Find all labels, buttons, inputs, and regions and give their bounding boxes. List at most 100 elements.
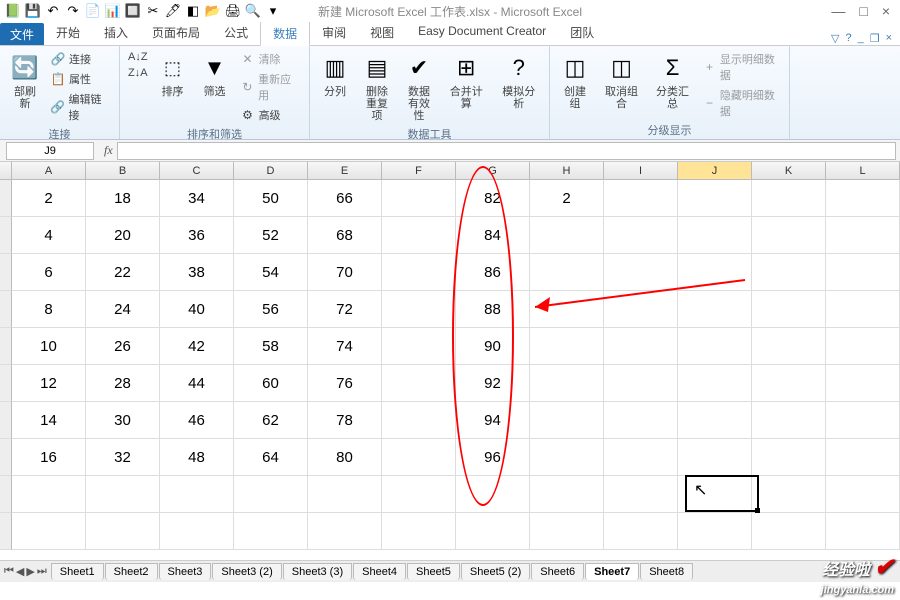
cell[interactable] [382, 180, 456, 217]
qat-icon-5[interactable]: 🖊 [164, 2, 182, 20]
col-header-E[interactable]: E [308, 162, 382, 179]
tab-团队[interactable]: 团队 [558, 21, 606, 45]
advanced-filter-button[interactable]: ⚙高级 [238, 106, 303, 124]
col-header-A[interactable]: A [12, 162, 86, 179]
ribbon-minimize-icon[interactable]: ▽ [831, 32, 839, 45]
consolidate-button[interactable]: ⊞合并计算 [442, 50, 491, 112]
group-button[interactable]: ◫创建组 [556, 50, 594, 112]
clear-filter-button[interactable]: ✕清除 [238, 50, 303, 68]
cell[interactable] [678, 365, 752, 402]
cell[interactable]: 56 [234, 291, 308, 328]
refresh-all-button[interactable]: 🔄 部刷新 [6, 50, 44, 112]
cell[interactable] [382, 439, 456, 476]
select-all-corner[interactable] [0, 162, 12, 179]
qat-icon-8[interactable]: 🖨 [224, 2, 242, 20]
file-tab[interactable]: 文件 [0, 23, 44, 45]
sheet-tab-Sheet1[interactable]: Sheet1 [51, 563, 104, 580]
cell[interactable] [382, 402, 456, 439]
row-header[interactable] [0, 180, 12, 217]
cell[interactable]: 46 [160, 402, 234, 439]
cell[interactable]: 26 [86, 328, 160, 365]
cell[interactable] [160, 476, 234, 513]
cell[interactable]: 44 [160, 365, 234, 402]
ungroup-button[interactable]: ◫取消组合 [598, 50, 645, 112]
cell[interactable] [530, 402, 604, 439]
cell[interactable] [678, 217, 752, 254]
tab-nav-next-icon[interactable]: ▶ [26, 565, 34, 578]
cell[interactable]: 16 [12, 439, 86, 476]
tab-视图[interactable]: 视图 [358, 21, 406, 45]
cell[interactable] [382, 513, 456, 550]
col-header-G[interactable]: G [456, 162, 530, 179]
data-validation-button[interactable]: ✔数据 有效性 [400, 50, 438, 124]
cell[interactable]: 32 [86, 439, 160, 476]
sheet-tab-Sheet5[interactable]: Sheet5 [407, 563, 460, 580]
cell[interactable] [86, 513, 160, 550]
sheet-tab-Sheet6[interactable]: Sheet6 [531, 563, 584, 580]
cell[interactable] [826, 291, 900, 328]
save-icon[interactable]: 💾 [24, 2, 42, 20]
cell[interactable] [826, 365, 900, 402]
cell[interactable] [678, 291, 752, 328]
cell[interactable] [382, 254, 456, 291]
cell[interactable] [752, 476, 826, 513]
col-header-K[interactable]: K [752, 162, 826, 179]
tab-开始[interactable]: 开始 [44, 21, 92, 45]
cell[interactable] [382, 291, 456, 328]
cell[interactable]: 70 [308, 254, 382, 291]
col-header-D[interactable]: D [234, 162, 308, 179]
cell[interactable] [530, 513, 604, 550]
cell[interactable] [752, 513, 826, 550]
cell[interactable]: 66 [308, 180, 382, 217]
tab-公式[interactable]: 公式 [212, 21, 260, 45]
cell[interactable] [382, 365, 456, 402]
cell[interactable] [604, 439, 678, 476]
cell[interactable]: 60 [234, 365, 308, 402]
cell[interactable] [752, 365, 826, 402]
row-header[interactable] [0, 365, 12, 402]
sort-button[interactable]: ⬚ 排序 [154, 50, 192, 100]
cell[interactable]: 90 [456, 328, 530, 365]
name-box[interactable] [6, 142, 94, 160]
row-header[interactable] [0, 402, 12, 439]
qat-icon-7[interactable]: 📂 [204, 2, 222, 20]
subtotal-button[interactable]: Σ分类汇总 [649, 50, 696, 112]
cell[interactable] [160, 513, 234, 550]
cell[interactable]: 72 [308, 291, 382, 328]
cell[interactable]: 2 [530, 180, 604, 217]
cell[interactable]: 8 [12, 291, 86, 328]
properties-button[interactable]: 📋属性 [48, 70, 113, 88]
cell[interactable] [826, 402, 900, 439]
workbook-min-icon[interactable]: _ [858, 32, 864, 45]
cell[interactable]: 50 [234, 180, 308, 217]
cell[interactable] [604, 291, 678, 328]
row-header[interactable] [0, 291, 12, 328]
sheet-tab-Sheet7[interactable]: Sheet7 [585, 563, 639, 580]
cell[interactable] [456, 476, 530, 513]
qat-icon-1[interactable]: 📄 [84, 2, 102, 20]
text-to-columns-button[interactable]: ▥分列 [316, 50, 354, 100]
cell[interactable] [530, 217, 604, 254]
tab-nav-prev-icon[interactable]: ◀ [16, 565, 24, 578]
cells[interactable]: 2183450668224203652688462238547086824405… [12, 180, 900, 550]
cell[interactable] [678, 476, 752, 513]
cell[interactable]: 24 [86, 291, 160, 328]
cell[interactable]: 30 [86, 402, 160, 439]
sheet-tab-Sheet2[interactable]: Sheet2 [105, 563, 158, 580]
cell[interactable] [530, 254, 604, 291]
col-header-L[interactable]: L [826, 162, 900, 179]
whatif-button[interactable]: ?模拟分析 [495, 50, 544, 112]
hide-detail-button[interactable]: −隐藏明细数据 [700, 86, 783, 120]
cell[interactable]: 62 [234, 402, 308, 439]
col-header-J[interactable]: J [678, 162, 752, 179]
sheet-tab-Sheet3 (3)[interactable]: Sheet3 (3) [283, 563, 352, 580]
cell[interactable] [604, 365, 678, 402]
row-header[interactable] [0, 513, 12, 550]
tab-页面布局[interactable]: 页面布局 [140, 21, 212, 45]
cell[interactable] [530, 439, 604, 476]
row-header[interactable] [0, 217, 12, 254]
sheet-tab-Sheet3 (2)[interactable]: Sheet3 (2) [212, 563, 281, 580]
cell[interactable]: 82 [456, 180, 530, 217]
qat-icon-9[interactable]: 🔍 [244, 2, 262, 20]
cell[interactable] [530, 365, 604, 402]
